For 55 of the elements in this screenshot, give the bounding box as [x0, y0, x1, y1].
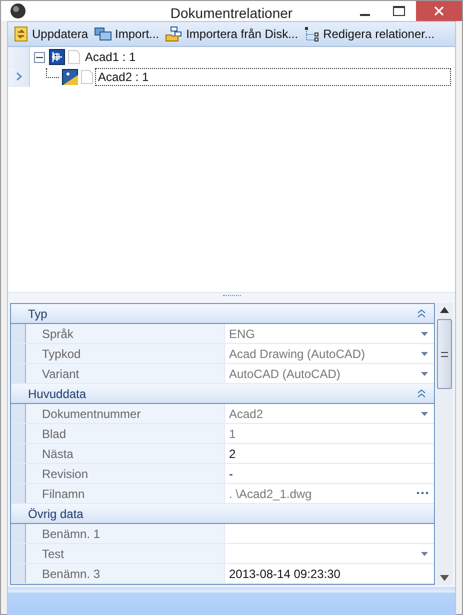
connector-line: [46, 68, 59, 78]
property-name: Dokumentnummer: [26, 404, 225, 423]
monitor-icon: [94, 26, 112, 42]
category-header[interactable]: Övrig data: [11, 504, 434, 524]
scroll-up-icon[interactable]: [440, 307, 449, 313]
splitter-handle[interactable]: [8, 292, 455, 299]
property-value[interactable]: AutoCAD (AutoCAD): [225, 364, 434, 383]
property-value[interactable]: 1: [225, 424, 434, 443]
dropdown-icon[interactable]: [421, 372, 428, 376]
row-header[interactable]: [8, 67, 30, 87]
dropdown-icon[interactable]: [421, 332, 428, 336]
dropdown-icon[interactable]: [421, 552, 428, 556]
scroll-down-icon[interactable]: [440, 575, 449, 581]
drawing-icon: [62, 68, 79, 86]
property-name: Språk: [26, 324, 225, 343]
property-value[interactable]: . \Acad2_1.dwg: [225, 484, 434, 503]
hierarchy-icon: [304, 26, 320, 42]
toolbar-button[interactable]: Import...: [91, 23, 162, 45]
toolbar-button[interactable]: Redigera relationer...: [301, 23, 438, 45]
dropdown-icon[interactable]: [421, 412, 428, 416]
property-value[interactable]: 2013-08-14 09:23:30: [225, 564, 434, 583]
close-icon: [434, 6, 444, 16]
window-title: Dokumentrelationer: [170, 4, 293, 20]
category-header[interactable]: Huvuddata: [11, 384, 434, 404]
tree-node[interactable]: Acad1 : 1: [82, 48, 139, 66]
minimize-icon: [360, 14, 370, 16]
property-name: Benämn. 3: [26, 564, 225, 583]
toolbar-button[interactable]: Uppdatera: [10, 23, 92, 45]
property-name: Revision: [26, 464, 225, 483]
toolbar-button[interactable]: Importera från Disk...: [162, 23, 302, 45]
property-value[interactable]: ENG: [225, 324, 434, 343]
folder-icon: [165, 26, 184, 42]
property-name: Nästa: [26, 444, 225, 463]
property-name: Variant: [26, 364, 225, 383]
category-header[interactable]: Typ: [11, 304, 434, 324]
close-button[interactable]: [416, 1, 462, 21]
more-icon[interactable]: [417, 492, 428, 495]
collapse-icon[interactable]: [34, 52, 45, 62]
document-icon: [80, 69, 94, 85]
property-name: Blad: [26, 424, 225, 443]
refresh-icon: [13, 26, 29, 42]
tree-node[interactable]: Acad2 : 1: [95, 68, 451, 86]
property-value[interactable]: -: [225, 464, 434, 483]
property-value[interactable]: Acad2: [225, 404, 434, 423]
property-value[interactable]: Acad Drawing (AutoCAD): [225, 344, 434, 363]
maximize-icon: [393, 6, 405, 16]
app-icon: [10, 3, 26, 19]
scrollbar[interactable]: [436, 303, 453, 585]
property-name: Typkod: [26, 344, 225, 363]
property-name: Test: [26, 544, 225, 563]
property-name: Benämn. 1: [26, 524, 225, 543]
dropdown-icon[interactable]: [421, 352, 428, 356]
current-row-icon: [16, 72, 22, 81]
property-value[interactable]: 2: [225, 444, 434, 463]
property-name: Filnamn: [26, 484, 225, 503]
